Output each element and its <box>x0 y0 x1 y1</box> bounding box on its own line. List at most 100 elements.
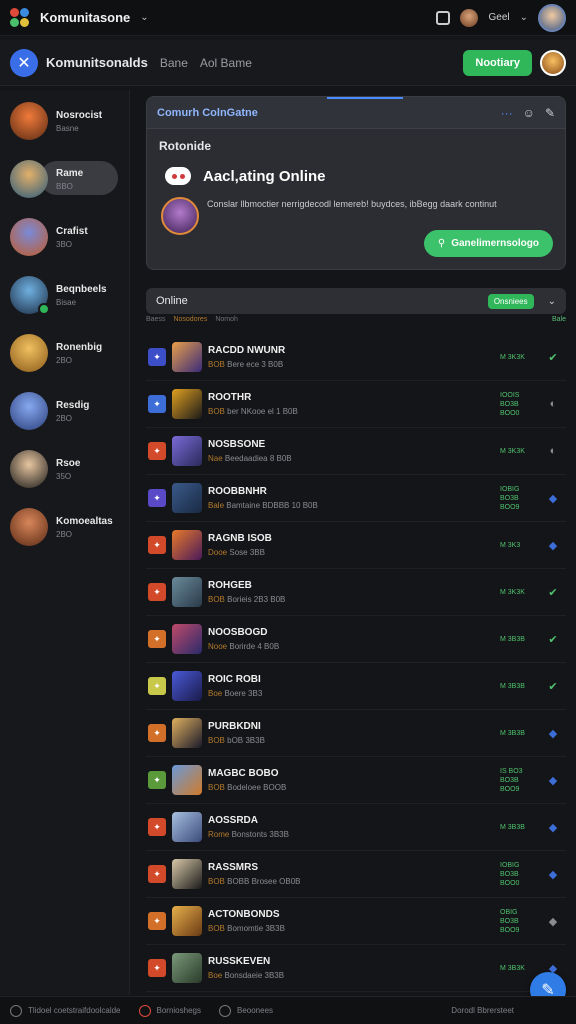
row-action-icon[interactable]: ◆ <box>540 868 566 881</box>
member-row[interactable]: ✦ RAGNB ISOB Dooe Sose 3BB M 3K3 ◆ <box>146 522 566 569</box>
member-stat: M 3B3B <box>500 682 525 690</box>
member-row[interactable]: ✦ ACTONBONDS BOB Bomomtie 3B3B OBIG BO3B BOO9… <box>146 898 566 945</box>
profile-avatar[interactable] <box>538 3 566 32</box>
card-tab[interactable]: Comurh ColnGatne <box>157 107 258 119</box>
tab-bane[interactable]: Bane <box>160 56 188 70</box>
bottom-middle-text[interactable]: Bornioshegs <box>157 1006 201 1015</box>
member-row[interactable]: ✦ NOOSBOGD Nooe Borirde 4 B0B M 3B3B ✔ <box>146 616 566 663</box>
window-icon[interactable] <box>436 10 451 25</box>
avatar <box>10 450 48 488</box>
sidebar: Nosrocist Basne Rame BBO Crafist 3BO Beqnbeels… <box>0 90 130 995</box>
row-action-icon[interactable]: ◐ <box>540 445 566 457</box>
sidebar-item[interactable]: Rsoe 35O <box>0 440 129 498</box>
member-sub-a: Nae <box>208 454 225 463</box>
sidebar-item[interactable]: Crafist 3BO <box>0 208 129 266</box>
member-stat: BOO0 <box>500 409 520 417</box>
avatar <box>172 859 202 889</box>
member-row[interactable]: ✦ ROOTHR BOB ber NKooe el 1 B0B IOOIS BO3B BO… <box>146 381 566 428</box>
sidebar-item-label: Rsoe <box>56 457 81 469</box>
bottom-left-text[interactable]: Tlidoel coetstraifdoolcalde <box>28 1006 121 1015</box>
sidebar-item[interactable]: Nosrocist Basne <box>0 92 129 150</box>
pin-icon[interactable]: ✎ <box>545 106 555 120</box>
member-row[interactable]: ✦ NOSBSONE Nae Beedaadiea 8 B0B M 3K3K ◐ <box>146 428 566 475</box>
role-icon: ✦ <box>148 583 166 601</box>
record-icon <box>138 1004 151 1017</box>
avatar <box>10 218 48 256</box>
avatar <box>10 276 50 315</box>
avatar <box>172 577 202 607</box>
member-name: ACTONBONDS <box>208 909 280 920</box>
member-sub-b: Borieis 2B3 B0B <box>227 595 286 604</box>
member-name: ROOTHR <box>208 392 252 403</box>
sidebar-item[interactable]: Rame BBO <box>0 150 129 208</box>
sidebar-item[interactable]: Komoealtas 2BO <box>0 498 129 556</box>
chevron-down-icon[interactable]: ⌄ <box>140 12 148 23</box>
notify-button[interactable]: Nootiary <box>463 49 532 76</box>
sidebar-item-label: Resdig <box>56 399 90 411</box>
user-menu-chevron-icon[interactable]: ⌄ <box>520 12 528 23</box>
sidebar-item[interactable]: Beqnbeels Bisae <box>0 266 129 324</box>
avatar <box>10 508 48 546</box>
column-header: Nomoh <box>215 316 238 323</box>
row-action-icon[interactable]: ◆ <box>540 821 566 834</box>
user-label[interactable]: Geel <box>488 12 509 23</box>
row-action-icon[interactable]: ✔ <box>540 586 566 599</box>
member-row[interactable]: ✦ MAGBC BOBO BOB Bodeloee BOOB IS BO3 BO3B BO… <box>146 757 566 804</box>
sidebar-item-sub: 2BO <box>56 413 73 423</box>
chevron-down-icon[interactable]: ⌄ <box>548 296 556 307</box>
member-row[interactable]: ✦ AOSSRDA Rome Bonstonts 3B3B M 3B3B ◆ <box>146 804 566 851</box>
member-name: AOSSRDA <box>208 815 259 826</box>
emoji-icon[interactable]: ☺ <box>523 106 535 120</box>
sidebar-item[interactable]: Ronenbig 2BO <box>0 324 129 382</box>
member-sub-a: BOB <box>208 595 228 604</box>
bottom-mid2-text[interactable]: Beoonees <box>237 1006 273 1015</box>
tab-aol-bame[interactable]: Aol Bame <box>200 56 252 70</box>
member-sub-b: Boere 3B3 <box>224 689 263 698</box>
avatar <box>172 765 202 795</box>
member-sub-a: BOB <box>208 877 228 886</box>
member-row[interactable]: ✦ ROOBBNHR Bale Bamtaine BDBBB 10 B0B IOBIG… <box>146 475 566 522</box>
sidebar-item-label: Beqnbeels <box>56 283 107 295</box>
column-header: Nosodores <box>173 316 208 323</box>
member-sub-a: BOB <box>208 360 228 369</box>
row-action-icon[interactable]: ◆ <box>540 539 566 552</box>
member-sub-a: Boe <box>208 689 225 698</box>
close-button[interactable]: ✕ <box>10 48 38 77</box>
member-sub-b: ber NKooe el 1 B0B <box>227 407 298 416</box>
member-row[interactable]: ✦ ROHGEB BOB Borieis 2B3 B0B M 3K3K ✔ <box>146 569 566 616</box>
member-row[interactable]: ✦ RASSMRS BOB BOBB Brosee OB0B IOBIG BO3B BOO… <box>146 851 566 898</box>
online-section-header[interactable]: Online Onsniees ⌄ <box>146 288 566 314</box>
member-name: RAGNB ISOB <box>208 533 272 544</box>
member-row[interactable]: ✦ RACDD NWUNR BOB Bere ece 3 B0B M 3K3K ✔ <box>146 334 566 381</box>
sidebar-item-sub: 35O <box>56 471 72 481</box>
sidebar-item[interactable]: Resdig 2BO <box>0 382 129 440</box>
tab-underline <box>327 97 403 99</box>
member-name: ROIC ROBI <box>208 674 261 685</box>
member-stat: M 3B3B <box>500 823 525 831</box>
role-icon: ✦ <box>148 630 166 648</box>
row-action-icon[interactable]: ◐ <box>540 398 566 410</box>
row-action-icon[interactable]: ◆ <box>540 492 566 505</box>
bottom-right-text[interactable]: Dorodl Bbrersteet <box>451 1006 514 1015</box>
header-avatar[interactable] <box>540 49 566 76</box>
avatar <box>172 812 202 842</box>
sidebar-item-sub: 2BO <box>56 529 73 539</box>
row-action-icon[interactable]: ✔ <box>540 633 566 646</box>
role-icon: ✦ <box>148 536 166 554</box>
role-icon: ✦ <box>148 489 166 507</box>
row-action-icon[interactable]: ◆ <box>540 774 566 787</box>
card-action-button[interactable]: ⚲ Ganelimernsologo <box>423 230 553 257</box>
online-badge: Onsniees <box>487 293 534 309</box>
avatar <box>172 530 202 560</box>
member-row[interactable]: ✦ PURBKDNI BOB bOB 3B3B M 3B3B ◆ <box>146 710 566 757</box>
avatar <box>172 906 202 936</box>
avatar <box>10 102 48 140</box>
row-action-icon[interactable]: ✔ <box>540 351 566 364</box>
row-action-icon[interactable]: ✔ <box>540 680 566 693</box>
member-row[interactable]: ✦ RUSSKEVEN Boe Bonsdaeie 3B3B M 3B3K ◆ <box>146 945 566 992</box>
row-action-icon[interactable]: ◆ <box>540 915 566 928</box>
more-icon[interactable]: ··· <box>501 106 513 120</box>
member-row[interactable]: ✦ ROIC ROBI Boe Boere 3B3 M 3B3B ✔ <box>146 663 566 710</box>
user-mini-avatar[interactable] <box>460 8 479 27</box>
row-action-icon[interactable]: ◆ <box>540 727 566 740</box>
